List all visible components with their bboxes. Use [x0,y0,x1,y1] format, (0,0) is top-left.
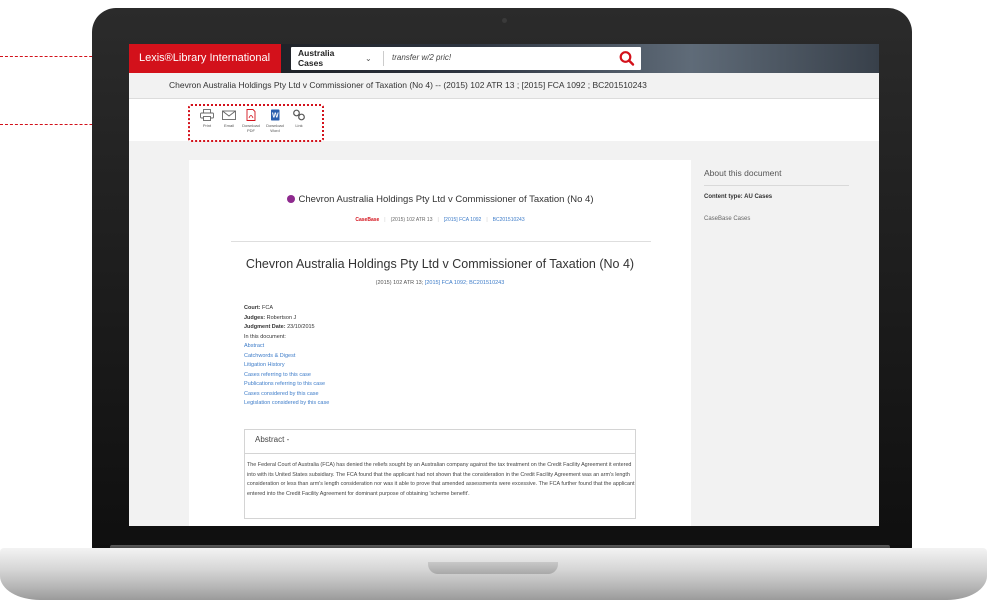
document-metadata: Court: FCA Judges: Robertson J Judgment … [244,304,329,409]
email-label: Email [223,123,234,128]
chevron-down-icon[interactable]: ⌄ [365,54,372,63]
download-pdf-label: Download PDF [242,123,260,133]
laptop-screen: Lexis®Library International Australia Ca… [129,44,879,526]
content-type: Content type: AU Cases [704,194,773,200]
content-source: CaseBase Cases [704,216,751,222]
casebase-link[interactable]: CaseBase [355,217,379,223]
citation-line: (2015) 102 ATR 13; [2015] FCA 1092; BC20… [189,280,691,286]
citation-prefix: (2015) 102 ATR 13; [375,280,424,286]
document-card: Chevron Australia Holdings Pty Ltd v Com… [189,160,691,526]
laptop-mockup: Lexis®Library International Australia Ca… [0,0,987,602]
toc-catchwords-link[interactable]: Catchwords & Digest [244,352,329,362]
judgment-date-value: 23/10/2015 [287,324,315,330]
abstract-heading[interactable]: Abstract - [245,430,635,454]
document-toolbar: Print Email Download PDF W Download Word… [188,104,324,142]
brand-logo[interactable]: Lexis®Library International [129,44,281,73]
search-category-select[interactable]: Australia Cases [298,48,348,68]
bc-citation-link[interactable]: BC201510243 [493,217,525,223]
link-icon [293,109,305,121]
print-icon [200,109,214,121]
abstract-section: Abstract - The Federal Court of Australi… [244,429,636,519]
document-title-small: Chevron Australia Holdings Pty Ltd v Com… [298,194,594,205]
judges-label: Judges: [244,314,266,321]
search-icon [619,51,635,66]
pdf-icon [246,109,256,121]
download-pdf-button[interactable]: Download PDF [240,109,262,133]
toc-publications-referring-link[interactable]: Publications referring to this case [244,380,329,390]
toc-litigation-history-link[interactable]: Litigation History [244,361,329,371]
citation-links[interactable]: [2015] FCA 1092; BC201510243 [425,280,505,286]
download-word-button[interactable]: W Download Word [264,109,286,133]
laptop-notch [428,562,558,574]
word-icon: W [271,109,280,121]
toc-cases-referring-link[interactable]: Cases referring to this case [244,371,329,381]
search-bar: Australia Cases ⌄ transfer w/2 pric! [291,47,641,70]
svg-text:W: W [272,113,279,120]
print-label: Print [202,123,212,128]
app-header: Lexis®Library International Australia Ca… [129,44,879,73]
about-divider [704,185,849,186]
card-divider [231,241,651,242]
abstract-text: The Federal Court of Australia (FCA) has… [247,462,635,497]
link-button[interactable]: Link [288,109,310,128]
judgment-date-label: Judgment Date: [244,324,286,330]
document-title: Chevron Australia Holdings Pty Ltd v Com… [245,257,635,271]
court-value: FCA [262,305,274,311]
fca-citation-link[interactable]: [2015] FCA 1092 [444,217,482,223]
about-title: About this document [704,168,782,178]
about-panel: About this document Content type: AU Cas… [704,160,879,526]
search-input[interactable]: transfer w/2 pric! [392,53,451,62]
document-title-header: Chevron Australia Holdings Pty Ltd v Com… [189,194,691,205]
laptop-camera [502,18,507,23]
download-word-label: Download Word [266,123,284,133]
toc-cases-considered-link[interactable]: Cases considered by this case [244,390,329,400]
link-label: Link [295,123,303,128]
breadcrumb: Chevron Australia Holdings Pty Ltd v Com… [169,80,647,90]
citation-row: CaseBase | (2015) 102 ATR 13 | [2015] FCA 10… [355,217,525,223]
toc-abstract-link[interactable]: Abstract [244,342,329,352]
email-button[interactable]: Email [218,109,240,128]
judges-value: Robertson J [266,314,297,321]
email-icon [222,110,236,120]
in-document-label: In this document: [244,333,286,340]
print-button[interactable]: Print [196,109,218,128]
court-label: Court: [244,305,261,311]
search-divider [383,51,384,66]
atr-citation: (2015) 102 ATR 13 [390,217,433,223]
toc-legislation-considered-link[interactable]: Legislation considered by this case [244,399,329,409]
verified-icon [286,195,295,203]
laptop-base [0,548,987,600]
search-button[interactable] [618,50,636,67]
